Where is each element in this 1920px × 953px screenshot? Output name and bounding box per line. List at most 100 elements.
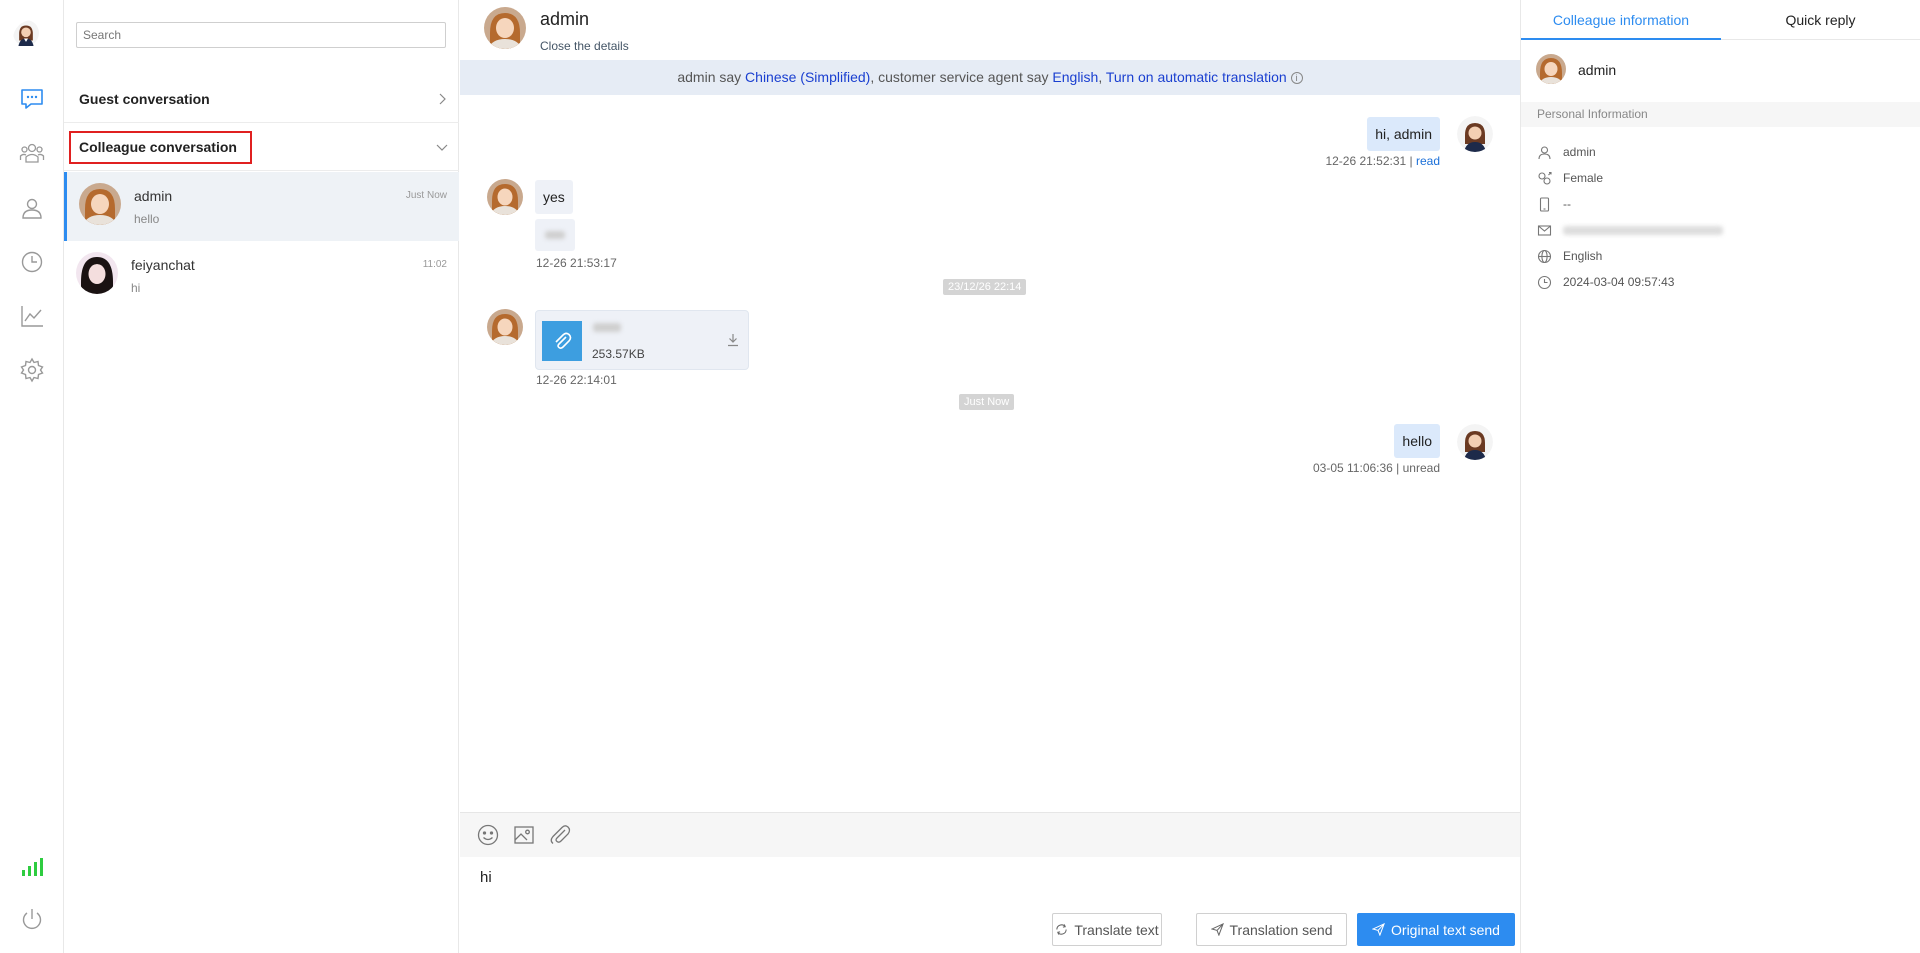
avatar	[79, 183, 121, 225]
field-created: 2024-03-04 09:57:43	[1537, 272, 1674, 292]
conversation-time: Just Now	[405, 190, 447, 201]
message-time: 12-26 22:14:01	[536, 373, 617, 387]
app-window: Guest conversation Colleague conversatio…	[0, 0, 1920, 953]
file-size: 253.57KB	[592, 347, 645, 361]
settings-icon[interactable]	[18, 356, 46, 384]
emoji-icon[interactable]	[476, 823, 500, 847]
conversation-name: admin	[134, 188, 173, 204]
section-title: Guest conversation	[79, 91, 210, 107]
message-bubble[interactable]: yes	[535, 180, 573, 214]
tab-quick-reply[interactable]: Quick reply	[1721, 0, 1920, 40]
translate-icon	[1056, 924, 1067, 935]
contact-avatar	[487, 179, 523, 215]
message-time: 03-05 11:06:36 | unread	[1313, 461, 1440, 475]
conversation-item[interactable]: admin hello Just Now	[64, 172, 459, 241]
agent-language[interactable]: English	[1052, 69, 1098, 85]
date-separator: 23/12/26 22:14	[943, 279, 1027, 295]
contact-avatar[interactable]	[484, 7, 526, 49]
history-icon[interactable]	[18, 248, 46, 276]
message-meta: 12-26 21:52:31 | read	[1325, 154, 1440, 168]
info-panel: Colleague information Quick reply admin …	[1520, 0, 1920, 953]
conversation-name: feiyanchat	[131, 257, 195, 273]
user-icon	[1538, 145, 1551, 159]
file-message[interactable]: 253.57KB	[535, 310, 749, 370]
user-icon[interactable]	[18, 194, 46, 222]
translation-bar: admin say Chinese (Simplified), customer…	[460, 60, 1520, 95]
message-input[interactable]: hi	[460, 857, 1520, 907]
translation-text: ,	[1098, 69, 1106, 85]
conversation-time: 11:02	[422, 259, 447, 270]
field-value: 2024-03-04 09:57:43	[1563, 275, 1675, 289]
download-icon[interactable]	[726, 333, 740, 347]
chat-header: admin Close the details	[460, 0, 1520, 60]
chat-panel: admin Close the details admin say Chines…	[460, 0, 1520, 953]
conversation-preview: hello	[134, 212, 160, 226]
field-gender: Female	[1537, 168, 1603, 188]
profile-name: admin	[1578, 62, 1617, 78]
close-details-link[interactable]: Close the details	[540, 39, 629, 53]
original-text-send-button[interactable]: Original text send	[1357, 913, 1515, 946]
attachment-icon	[542, 321, 582, 361]
conversation-preview: hi	[131, 281, 141, 295]
field-language: English	[1537, 246, 1602, 266]
auto-translation-toggle[interactable]: Turn on automatic translation	[1106, 69, 1287, 85]
search-input[interactable]	[76, 22, 446, 48]
field-value: --	[1563, 197, 1571, 211]
message-time: 12-26 21:53:17	[536, 256, 617, 270]
email-icon	[1537, 224, 1552, 236]
message-list: hi, admin 12-26 21:52:31 | read yes 12-2…	[460, 95, 1520, 812]
translation-send-button[interactable]: Translation send	[1196, 913, 1347, 946]
translation-text: admin say	[677, 69, 746, 85]
clock-icon	[1537, 275, 1552, 289]
button-label: Translation send	[1229, 921, 1333, 938]
redacted-text	[545, 231, 565, 239]
send-icon	[1210, 923, 1224, 936]
conversation-item[interactable]: feiyanchat hi 11:02	[64, 241, 459, 310]
image-icon[interactable]	[512, 823, 536, 847]
chart-icon[interactable]	[18, 302, 46, 330]
date-separator: Just Now	[959, 394, 1015, 410]
button-label: Original text send	[1391, 921, 1500, 938]
contact-name: admin	[540, 9, 590, 29]
highlight-box	[69, 131, 252, 164]
composer-toolbar	[460, 812, 1520, 857]
chevron-right-icon	[439, 93, 446, 105]
my-avatar	[1457, 116, 1493, 152]
tab-colleague-information[interactable]: Colleague information	[1521, 0, 1721, 40]
button-label: Translate text	[1074, 921, 1159, 938]
field-phone: --	[1537, 194, 1571, 214]
field-value: Female	[1563, 171, 1604, 185]
chevron-down-icon	[436, 144, 448, 151]
message-time: 12-26 21:52:31 |	[1325, 154, 1416, 168]
read-status: read	[1415, 154, 1440, 168]
redacted-email	[1563, 225, 1723, 235]
send-icon	[1372, 923, 1385, 936]
power-icon[interactable]	[18, 905, 46, 933]
team-icon[interactable]	[18, 139, 46, 167]
translation-text: , customer service agent say	[870, 69, 1053, 85]
my-avatar[interactable]	[13, 20, 51, 58]
translate-text-button[interactable]: Translate text	[1052, 913, 1162, 946]
personal-information-header: Personal Information	[1521, 102, 1920, 127]
field-username: admin	[1537, 142, 1596, 162]
phone-icon	[1539, 196, 1550, 212]
chat-icon[interactable]	[18, 85, 46, 113]
signal-icon	[18, 852, 46, 880]
field-email	[1537, 220, 1723, 240]
blurred-message[interactable]	[535, 219, 575, 251]
my-avatar	[1457, 424, 1493, 460]
info-icon[interactable]: i	[1290, 72, 1303, 84]
guest-conversation-section[interactable]: Guest conversation	[64, 76, 459, 123]
conversation-list-panel: Guest conversation Colleague conversatio…	[64, 0, 459, 953]
gender-icon	[1538, 171, 1552, 185]
attach-icon[interactable]	[548, 823, 572, 847]
avatar	[76, 252, 118, 294]
globe-icon	[1537, 249, 1552, 263]
message-bubble[interactable]: hi, admin	[1367, 117, 1440, 151]
message-bubble[interactable]: hello	[1394, 424, 1440, 458]
avatar	[1536, 54, 1566, 84]
contact-avatar	[487, 309, 523, 345]
field-value: English	[1563, 249, 1603, 263]
contact-language[interactable]: Chinese (Simplified)	[745, 69, 870, 85]
field-value: admin	[1563, 145, 1596, 159]
